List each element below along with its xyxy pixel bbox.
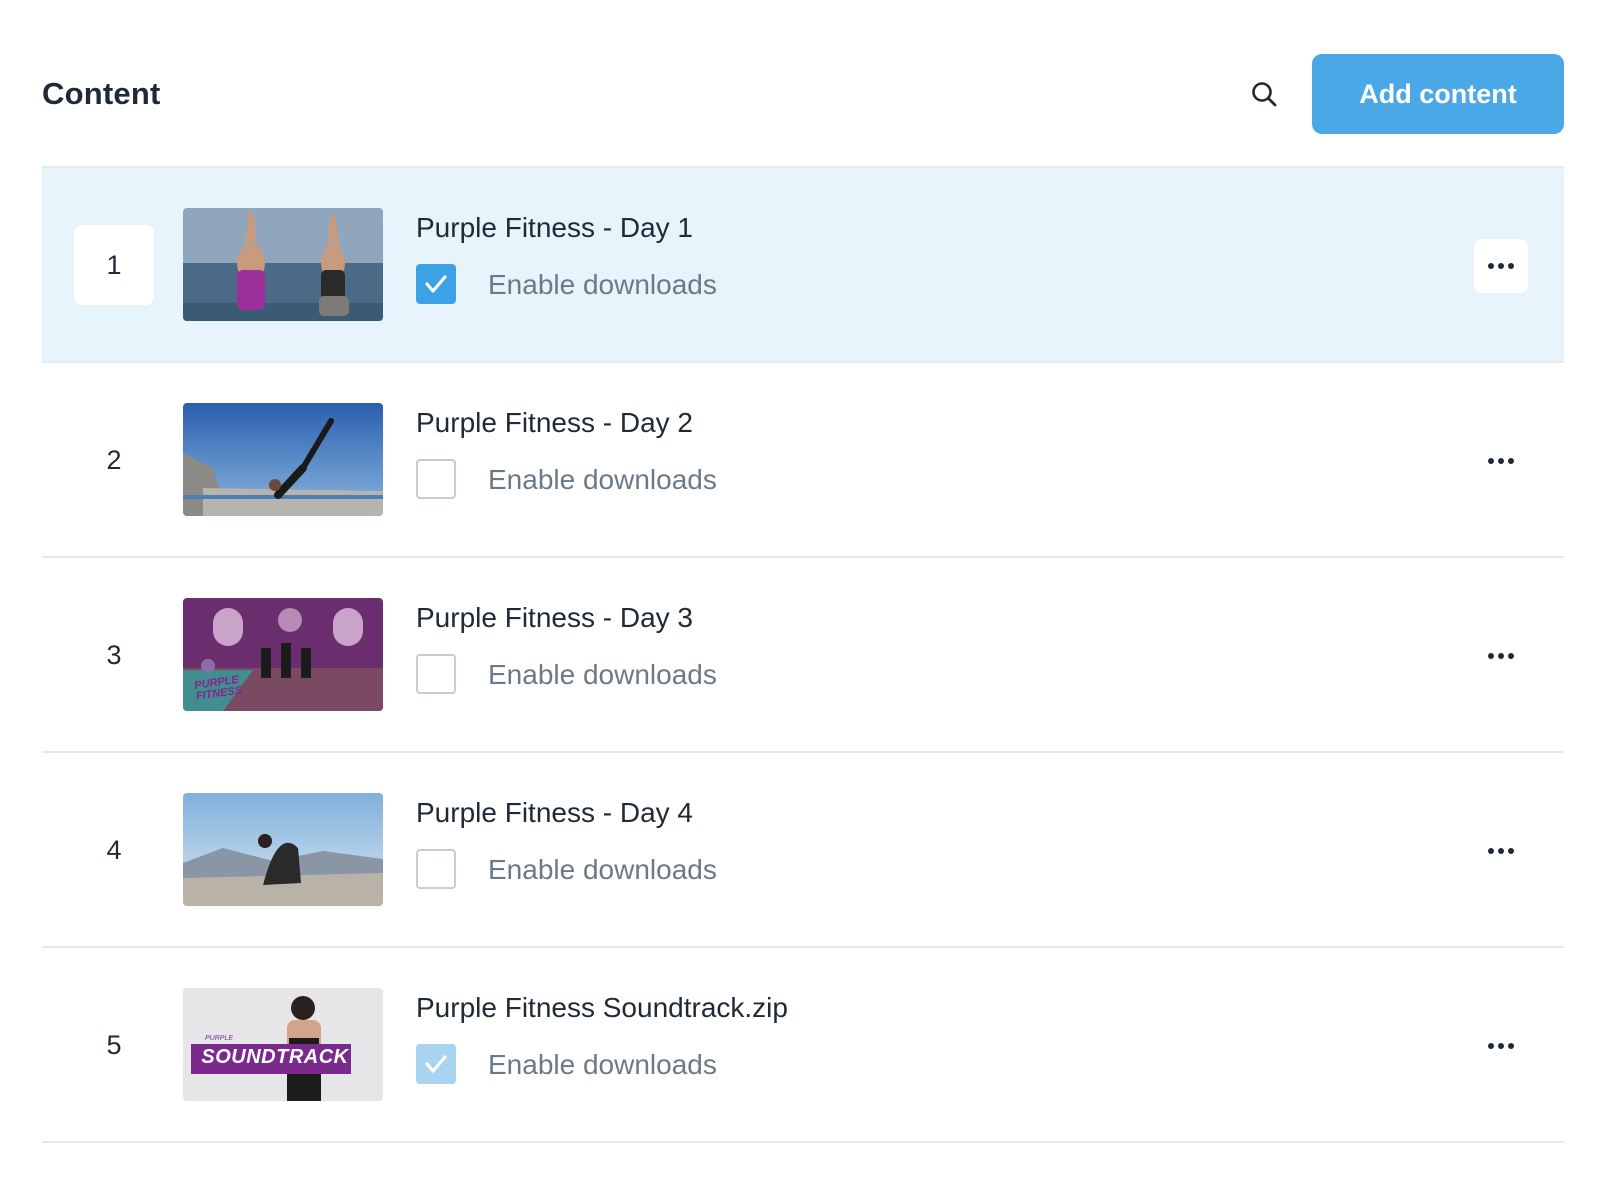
item-index[interactable]: 3 bbox=[74, 615, 154, 695]
item-title[interactable]: Purple Fitness Soundtrack.zip bbox=[416, 992, 788, 1024]
enable-downloads-checkbox[interactable] bbox=[416, 264, 456, 304]
thumbnail bbox=[183, 793, 383, 906]
more-icon bbox=[1486, 263, 1516, 269]
more-options-button[interactable] bbox=[1474, 824, 1528, 878]
enable-downloads-checkbox[interactable] bbox=[416, 1044, 456, 1084]
page-title: Content bbox=[42, 76, 161, 111]
search-button[interactable] bbox=[1246, 76, 1282, 112]
more-icon bbox=[1486, 1043, 1516, 1049]
more-options-button[interactable] bbox=[1474, 239, 1528, 293]
more-options-button[interactable] bbox=[1474, 1019, 1528, 1073]
enable-downloads-checkbox[interactable] bbox=[416, 654, 456, 694]
checkmark-icon bbox=[425, 1055, 447, 1073]
content-list: 1 Purple Fitness - Day 1 Enable download… bbox=[42, 166, 1564, 1143]
search-icon bbox=[1252, 82, 1277, 107]
item-index[interactable]: 1 bbox=[74, 225, 154, 305]
enable-downloads-label[interactable]: Enable downloads bbox=[488, 464, 717, 496]
thumbnail bbox=[183, 208, 383, 321]
item-title[interactable]: Purple Fitness - Day 3 bbox=[416, 602, 693, 634]
checkmark-icon bbox=[425, 275, 447, 293]
thumbnail bbox=[183, 403, 383, 516]
list-item[interactable]: 1 Purple Fitness - Day 1 Enable download… bbox=[42, 168, 1564, 363]
enable-downloads-label[interactable]: Enable downloads bbox=[488, 659, 717, 691]
add-content-button[interactable]: Add content bbox=[1312, 54, 1564, 134]
list-item[interactable]: 4 Purple Fitness - Day 4 Enable download… bbox=[42, 753, 1564, 948]
enable-downloads-checkbox[interactable] bbox=[416, 459, 456, 499]
item-title[interactable]: Purple Fitness - Day 1 bbox=[416, 212, 693, 244]
list-item[interactable]: 2 Purple Fitness - Day 2 Enable download… bbox=[42, 363, 1564, 558]
thumbnail: PURPLE FITNESS bbox=[183, 598, 383, 711]
item-index[interactable]: 2 bbox=[74, 420, 154, 500]
thumbnail: PURPLE SOUNDTRACK bbox=[183, 988, 383, 1101]
enable-downloads-checkbox[interactable] bbox=[416, 849, 456, 889]
enable-downloads-label[interactable]: Enable downloads bbox=[488, 269, 717, 301]
svg-text:PURPLE: PURPLE bbox=[205, 1035, 233, 1042]
more-icon bbox=[1486, 653, 1516, 659]
item-index[interactable]: 4 bbox=[74, 810, 154, 890]
more-icon bbox=[1486, 458, 1516, 464]
thumbnail-caption: SOUNDTRACK bbox=[201, 1046, 349, 1068]
item-title[interactable]: Purple Fitness - Day 2 bbox=[416, 407, 693, 439]
enable-downloads-label[interactable]: Enable downloads bbox=[488, 854, 717, 886]
list-item[interactable]: 5 PURPLE SOUNDTRACK Purple Fitness Sound… bbox=[42, 948, 1564, 1143]
more-options-button[interactable] bbox=[1474, 629, 1528, 683]
list-item[interactable]: 3 PURPLE FITNESS Purple Fitness - Day 3 … bbox=[42, 558, 1564, 753]
more-options-button[interactable] bbox=[1474, 434, 1528, 488]
item-index[interactable]: 5 bbox=[74, 1005, 154, 1085]
more-icon bbox=[1486, 848, 1516, 854]
enable-downloads-label[interactable]: Enable downloads bbox=[488, 1049, 717, 1081]
item-title[interactable]: Purple Fitness - Day 4 bbox=[416, 797, 693, 829]
content-header: Content Add content bbox=[42, 54, 1564, 134]
